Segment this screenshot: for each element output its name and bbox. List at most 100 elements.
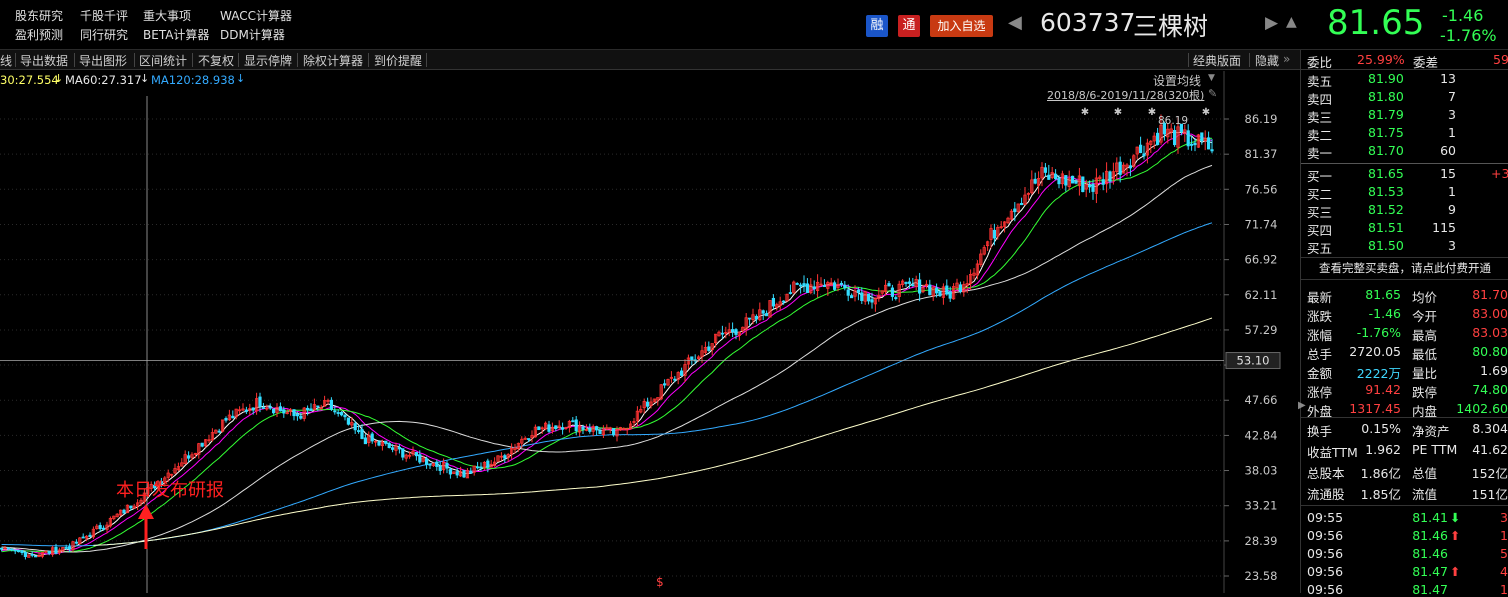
buy-level-volume: 15 (1440, 166, 1456, 181)
candle-down (843, 284, 847, 289)
candle-down (1064, 175, 1068, 186)
kline-chart[interactable]: 30:27.554 ↓ MA60:27.317 ↓ MA120:28.938 ↓… (0, 71, 1300, 593)
toolbar-range-stats[interactable]: 区间统计 (139, 52, 187, 69)
prev-stock-icon[interactable]: ◀ (1008, 12, 1022, 33)
candle-down (258, 396, 262, 407)
toolbar-no-adjust[interactable]: 不复权 (198, 52, 234, 69)
candle-down (424, 458, 429, 465)
candle-down (10, 548, 14, 551)
stat-value: 1402.60 (1456, 401, 1508, 416)
y-tick-label: 28.39 (1245, 534, 1278, 548)
menu-ddm-calculator[interactable]: DDM计算器 (220, 26, 285, 43)
margin-trading-badge[interactable]: 融 (866, 15, 888, 37)
add-watchlist-button[interactable]: 加入自选 (930, 15, 993, 37)
panel-expand-icon[interactable]: ▶ (1298, 400, 1306, 411)
y-tick-label: 81.37 (1245, 147, 1278, 161)
candle-down (333, 410, 337, 413)
stat-value: 74.80 (1472, 382, 1508, 397)
menu-stock-review[interactable]: 千股千评 (80, 7, 128, 24)
sell-level-price[interactable]: 81.90 (1368, 71, 1404, 86)
toolbar-export-data[interactable]: 导出数据 (20, 52, 68, 69)
sell-level-price[interactable]: 81.79 (1368, 107, 1404, 122)
divider (1301, 257, 1508, 258)
menu-wacc-calculator[interactable]: WACC计算器 (220, 7, 292, 24)
pin-icon[interactable]: ▲ (1286, 14, 1297, 30)
toolbar-ex-rights-calculator[interactable]: 除权计算器 (303, 52, 363, 69)
tick-up-arrow-icon: ⬆ (1450, 528, 1461, 543)
toolbar-price-alert[interactable]: 到价提醒 (374, 52, 422, 69)
candle-down (397, 446, 402, 450)
candle-down (1128, 165, 1132, 169)
sell-level-price[interactable]: 81.75 (1368, 125, 1404, 140)
divider (1301, 279, 1508, 280)
menu-beta-calculator[interactable]: BETA计算器 (143, 26, 209, 43)
stat-label: 量比 (1412, 366, 1438, 381)
candle-down (64, 547, 68, 549)
top-bar: 股东研究 千股千评 重大事项 WACC计算器 盈利预测 同行研究 BETA计算器… (0, 0, 1508, 50)
fundamental-value: 8.304 (1472, 421, 1508, 436)
candle-down (850, 295, 854, 299)
buy-level-price[interactable]: 81.65 (1368, 166, 1404, 181)
buy-level-label: 买一 (1307, 169, 1333, 184)
candle-down (356, 430, 361, 432)
candle-down (186, 455, 191, 459)
candle-down (6, 547, 10, 550)
menu-earnings-forecast[interactable]: 盈利预测 (15, 26, 63, 43)
last-price: 81.65 (1327, 3, 1425, 43)
collapse-icon[interactable]: » (1283, 52, 1290, 66)
weicha-value: 59 (1493, 52, 1508, 67)
menu-peer-research[interactable]: 同行研究 (80, 26, 128, 43)
candle-down (98, 525, 102, 530)
candle-down (261, 407, 266, 409)
candle-down (435, 461, 439, 467)
sell-level-label: 卖四 (1307, 92, 1333, 107)
sell-level-price[interactable]: 81.70 (1368, 143, 1404, 158)
kline-canvas[interactable]: 86.1981.3776.5671.7466.9262.1157.2952.48… (0, 71, 1300, 593)
candle-down (1210, 149, 1214, 152)
tick-volume: 3 (1500, 510, 1508, 525)
candle-down (1047, 174, 1051, 180)
candle-down (928, 284, 932, 296)
candle-down (673, 378, 677, 381)
menu-shareholder-research[interactable]: 股东研究 (15, 7, 63, 24)
sell-level-volume: 60 (1440, 143, 1456, 158)
candle-down (74, 541, 78, 544)
fundamental-value: 1.85亿 (1360, 487, 1401, 502)
y-tick-label: 57.29 (1245, 323, 1278, 337)
buy-level-price[interactable]: 81.53 (1368, 184, 1404, 199)
stat-label: 金额 (1307, 366, 1333, 381)
buy-level-price[interactable]: 81.52 (1368, 202, 1404, 217)
toolbar-line[interactable]: 线 (0, 52, 12, 69)
stat-value: 81.65 (1365, 287, 1401, 302)
paid-upgrade-link[interactable]: 付费开通 (1445, 260, 1491, 276)
toolbar-hide[interactable]: 隐藏 (1255, 52, 1279, 69)
divider (1301, 163, 1508, 164)
menu-major-events[interactable]: 重大事项 (143, 7, 191, 24)
buy-level-price[interactable]: 81.50 (1368, 238, 1404, 253)
crosshair-price-label: 53.10 (1237, 354, 1270, 368)
buy-level-price[interactable]: 81.51 (1368, 220, 1404, 235)
candle-down (448, 469, 453, 475)
y-tick-label: 42.84 (1245, 428, 1278, 442)
sell-level-price[interactable]: 81.80 (1368, 89, 1404, 104)
candle-down (486, 460, 490, 468)
toolbar-show-suspension[interactable]: 显示停牌 (244, 52, 292, 69)
dividend-marker-icon[interactable]: $ (656, 575, 664, 589)
tick-price: 81.46 (1412, 546, 1448, 561)
connect-badge[interactable]: 通 (898, 15, 920, 37)
buy-level-label: 买二 (1307, 187, 1333, 202)
candle-down (938, 291, 942, 297)
candle-down (839, 282, 844, 285)
stat-value: 83.03 (1472, 325, 1508, 340)
tick-price: 81.41 (1412, 510, 1448, 525)
ma250-line (93, 317, 1213, 546)
candle-down (527, 438, 531, 440)
toolbar-export-image[interactable]: 导出图形 (79, 52, 127, 69)
candle-down (554, 425, 558, 430)
toolbar-classic-layout[interactable]: 经典版面 (1193, 52, 1241, 69)
event-marker-icon: ✱ (1202, 107, 1210, 118)
stat-label: 跌停 (1412, 385, 1438, 400)
candle-down (571, 420, 575, 423)
next-stock-icon[interactable]: ▶ (1265, 13, 1278, 33)
candle-down (894, 297, 898, 299)
